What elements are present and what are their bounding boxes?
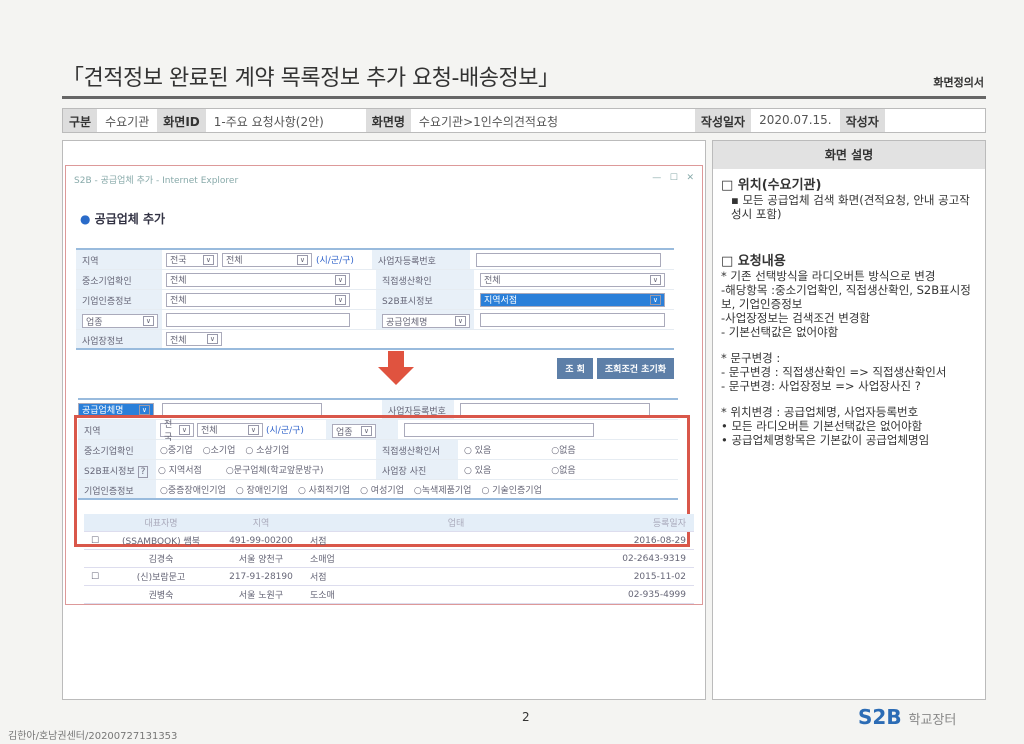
window-controls[interactable]: — ☐ ✕ xyxy=(652,173,694,185)
label: 기업인증정보 xyxy=(76,290,162,309)
info-value: 수요기관>1인수의견적요청 xyxy=(418,115,559,129)
desc-line: -사업장정보는 검색조건 변경함 xyxy=(721,311,870,325)
desc-line: * 위치변경 : 공급업체명, 사업자등록번호 xyxy=(721,405,919,419)
s2b-logo: S2B 학교장터 xyxy=(858,705,957,729)
city-select[interactable]: 전체 ∨ xyxy=(222,252,312,267)
document-title: 「견적정보 완료된 계약 목록정보 추가 요청-배송정보」 xyxy=(62,66,560,91)
label: 중소기업확인 xyxy=(76,270,162,289)
site-select[interactable]: 전체 ∨ xyxy=(166,332,222,346)
info-row: 구분 수요기관 화면ID 1-주요 요청사항(2안) 화면명 수요기관>1인수의견적요… xyxy=(62,108,986,133)
screen-panel: S2B - 공급업체 추가 - Internet Explorer — ☐ ✕ ●… xyxy=(62,140,706,700)
info-value: 1-주요 요청사항(2안) xyxy=(213,115,324,129)
window-title: S2B - 공급업체 추가 - Internet Explorer xyxy=(74,176,239,186)
direct-select[interactable]: 전체 ∨ xyxy=(480,272,665,287)
description-panel: 화면 설명 □ 위치(수요기관) ▪ 모든 공급업체 검색 화면(견적요청, 안… xyxy=(712,140,986,700)
info-value: 2020.07.15. xyxy=(759,113,832,127)
description-title: 화면 설명 xyxy=(713,141,985,169)
desc-line: * 기존 선택방식을 라디오버튼 방식으로 변경 xyxy=(721,269,936,283)
bizno-input[interactable] xyxy=(476,252,661,267)
industry-input[interactable] xyxy=(166,312,350,327)
popup-window: S2B - 공급업체 추가 - Internet Explorer — ☐ ✕ ●… xyxy=(65,165,703,605)
info-value xyxy=(885,109,901,132)
down-arrow-icon xyxy=(378,351,414,385)
label: 사업장정보 xyxy=(76,330,162,348)
info-label: 작성자 xyxy=(839,109,885,132)
label: S2B표시정보 xyxy=(376,290,474,309)
label: 직접생산확인 xyxy=(376,270,474,289)
cert-select[interactable]: 전체 ∨ xyxy=(166,292,350,307)
desc-line xyxy=(721,393,977,405)
supplier-input[interactable] xyxy=(480,312,665,327)
supplier-type-select[interactable]: 공급업체명 ∨ xyxy=(382,314,470,328)
info-label: 작성일자 xyxy=(694,109,752,132)
results-table: 대표자명 지역 업태 등록일자 ☐ (SSAMBOOK) 쌤북 491-99-00200 서… xyxy=(84,514,694,604)
label: 사업자등록번호 xyxy=(372,250,470,269)
reset-button[interactable]: 조회조건 초기화 xyxy=(596,358,674,379)
bullet-icon: ● xyxy=(80,212,91,226)
search-button[interactable]: 조 회 xyxy=(557,358,593,379)
desc-line: -해당항목 :중소기업확인, 직접생산확인, S2B표시정보, 기업인증정보 xyxy=(721,283,971,311)
page-number: 2 xyxy=(522,710,530,724)
desc-line: - 기본선택값은 없어야함 xyxy=(721,325,839,339)
info-value: 수요기관 xyxy=(105,115,150,129)
nation-select[interactable]: 전국 ∨ xyxy=(166,252,218,267)
industry-select[interactable]: 업종 ∨ xyxy=(82,314,158,328)
desc-line: • 공급업체명항목은 기본값이 공급업체명임 xyxy=(721,433,930,447)
document-type: 화면정의서 xyxy=(933,76,984,89)
section-heading: □ 요청내용 xyxy=(721,254,786,269)
desc-line: • 모든 라디오버튼 기본선택값은 없어야함 xyxy=(721,419,923,433)
label: (시/군/구) xyxy=(316,255,354,266)
info-label: 구분 xyxy=(63,109,98,132)
old-search-form: 지역 전국 ∨ 전체 ∨ (시/군/구) 사업자등록번호 중소기업확인 전체 ∨ 직접생산확인 전체… xyxy=(76,248,674,379)
info-label: 화면ID xyxy=(157,109,206,132)
author-stamp: 김한아/호남권센터/20200727131353 xyxy=(8,731,178,742)
section-heading: □ 위치(수요기관) xyxy=(721,178,822,193)
s2b-select[interactable]: 지역서점 ∨ xyxy=(480,292,665,307)
table-row: ☐ (SSAMBOOK) 쌤북 491-99-00200 서점 2016-08-29 xyxy=(84,532,694,550)
desc-line: - 문구변경 : 직접생산확인 => 직접생산확인서 xyxy=(721,365,947,379)
divider xyxy=(62,96,986,99)
desc-line xyxy=(721,339,977,351)
row-checkbox[interactable]: ☐ xyxy=(84,536,106,546)
table-row: ☐ (신)보람문고 217-91-28190 서점 2015-11-02 xyxy=(84,568,694,586)
info-label: 화면명 xyxy=(365,109,411,132)
sme-select[interactable]: 전체 ∨ xyxy=(166,272,350,287)
desc-line: ▪ 모든 공급업체 검색 화면(견적요청, 안내 공고작성시 포함) xyxy=(731,193,970,221)
label: 지역 xyxy=(76,250,162,269)
popup-heading: 공급업체 추가 xyxy=(94,212,166,226)
row-checkbox[interactable]: ☐ xyxy=(84,572,106,582)
desc-line: - 문구변경: 사업장정보 => 사업장사진 ? xyxy=(721,379,921,393)
window-titlebar: S2B - 공급업체 추가 - Internet Explorer — ☐ ✕ xyxy=(66,166,702,192)
desc-line: * 문구변경 : xyxy=(721,351,781,365)
